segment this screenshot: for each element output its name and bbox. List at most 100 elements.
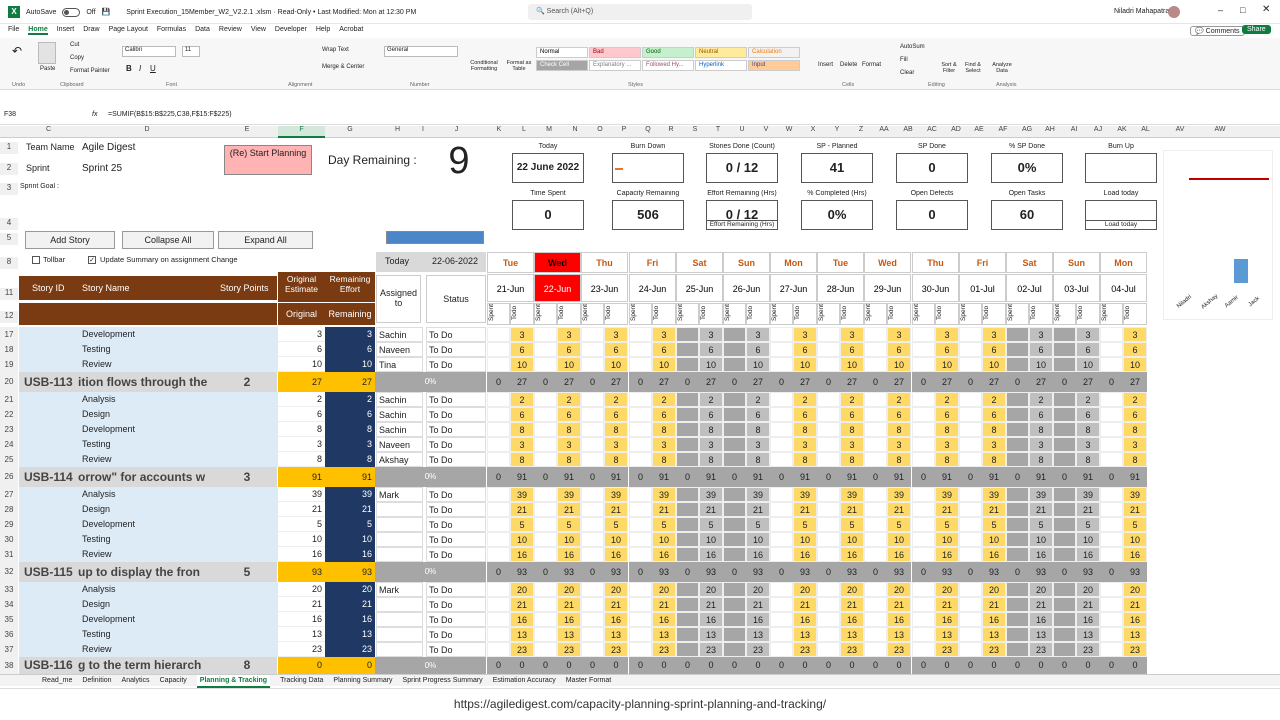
row-header-22[interactable]: 22	[0, 407, 18, 422]
status-30[interactable]: To Do	[426, 532, 486, 547]
delete-cells-button[interactable]: Delete	[840, 62, 857, 68]
status-21[interactable]: To Do	[426, 392, 486, 407]
row-header-38[interactable]: 38	[0, 657, 18, 674]
number-format-select[interactable]: General	[384, 46, 458, 57]
row-header-24[interactable]: 24	[0, 437, 18, 452]
column-header-u[interactable]: U	[730, 126, 754, 138]
assigned-23[interactable]: Sachin	[376, 422, 423, 437]
column-header-d[interactable]: D	[78, 126, 216, 138]
merge-center-button[interactable]: Merge & Center	[322, 64, 364, 70]
row-header-35[interactable]: 35	[0, 612, 18, 627]
style-input[interactable]: Input	[748, 60, 800, 71]
column-header-x[interactable]: X	[801, 126, 825, 138]
status-37[interactable]: To Do	[426, 642, 486, 657]
font-select[interactable]: Calibri	[122, 46, 176, 57]
assigned-22[interactable]: Sachin	[376, 407, 423, 422]
column-header-r[interactable]: R	[659, 126, 683, 138]
menu-page-layout[interactable]: Page Layout	[109, 26, 148, 35]
assigned-19[interactable]: Tina	[376, 357, 423, 372]
column-header-o[interactable]: O	[588, 126, 612, 138]
sheet-tab-read-me[interactable]: Read_me	[42, 675, 72, 688]
column-header-ah[interactable]: AH	[1038, 126, 1062, 138]
style-followedhy[interactable]: Followed Hy...	[642, 60, 694, 71]
formula-input[interactable]: =SUMIF(B$15:B$225,C38,F$15:F$225)	[108, 111, 232, 118]
sheet-tab-planning-tracking[interactable]: Planning & Tracking	[196, 675, 271, 688]
format-cells-button[interactable]: Format	[862, 62, 881, 68]
status-29[interactable]: To Do	[426, 517, 486, 532]
font-size-select[interactable]: 11	[182, 46, 200, 57]
assigned-30[interactable]	[376, 532, 423, 547]
column-header-af[interactable]: AF	[991, 126, 1015, 138]
assigned-18[interactable]: Naveen	[376, 342, 423, 357]
column-header-z[interactable]: Z	[849, 126, 873, 138]
find-select-button[interactable]: Find & Select	[962, 62, 984, 74]
column-header-ai[interactable]: AI	[1062, 126, 1086, 138]
style-good[interactable]: Good	[642, 47, 694, 58]
name-box[interactable]: F38	[4, 111, 64, 118]
row-header-27[interactable]: 27	[0, 487, 18, 502]
menu-developer[interactable]: Developer	[275, 26, 307, 35]
style-explanatory[interactable]: Explanatory ...	[589, 60, 641, 71]
column-header-y[interactable]: Y	[825, 126, 849, 138]
assigned-21[interactable]: Sachin	[376, 392, 423, 407]
column-header-s[interactable]: S	[683, 126, 707, 138]
column-header-ag[interactable]: AG	[1015, 126, 1039, 138]
row-header-12[interactable]: 12	[0, 311, 18, 323]
restart-planning-button[interactable]: (Re) Start Planning	[224, 145, 312, 175]
column-header-t[interactable]: T	[706, 126, 730, 138]
sheet-tab-planning-summary[interactable]: Planning Summary	[333, 675, 392, 688]
status-17[interactable]: To Do	[426, 327, 486, 342]
menu-formulas[interactable]: Formulas	[157, 26, 186, 35]
avatar[interactable]	[1168, 6, 1180, 18]
style-hyperlink[interactable]: Hyperlink	[695, 60, 747, 71]
column-header-k[interactable]: K	[487, 126, 511, 138]
autosum-button[interactable]: AutoSum	[900, 44, 925, 50]
row-header-30[interactable]: 30	[0, 532, 18, 547]
column-header-ak[interactable]: AK	[1110, 126, 1134, 138]
assigned-33[interactable]: Mark	[376, 582, 423, 597]
menu-review[interactable]: Review	[219, 26, 242, 35]
row-header-31[interactable]: 31	[0, 547, 18, 562]
paste-button[interactable]	[38, 42, 56, 64]
assigned-24[interactable]: Naveen	[376, 437, 423, 452]
column-header-l[interactable]: L	[512, 126, 536, 138]
column-header-aa[interactable]: AA	[872, 126, 896, 138]
url-text[interactable]: https://agiledigest.com/capacity-plannin…	[0, 697, 1280, 711]
update-summary-checkbox[interactable]: ✓	[88, 256, 96, 264]
status-18[interactable]: To Do	[426, 342, 486, 357]
column-header-c[interactable]: C	[19, 126, 78, 138]
status-27[interactable]: To Do	[426, 487, 486, 502]
menu-insert[interactable]: Insert	[57, 26, 75, 35]
style-calculation[interactable]: Calculation	[748, 47, 800, 58]
sheet-tab-tracking-data[interactable]: Tracking Data	[280, 675, 323, 688]
italic-button[interactable]: I	[139, 64, 141, 73]
cut-button[interactable]: Cut	[70, 42, 79, 48]
column-header-ab[interactable]: AB	[896, 126, 920, 138]
status-34[interactable]: To Do	[426, 597, 486, 612]
row-header-29[interactable]: 29	[0, 517, 18, 532]
column-header-p[interactable]: P	[612, 126, 636, 138]
insert-cells-button[interactable]: Insert	[818, 62, 833, 68]
row-header-25[interactable]: 25	[0, 452, 18, 467]
format-painter-button[interactable]: Format Painter	[70, 68, 110, 74]
column-header-ad[interactable]: AD	[944, 126, 968, 138]
minimize-icon[interactable]: –	[1218, 5, 1223, 15]
column-header-aj[interactable]: AJ	[1086, 126, 1110, 138]
status-25[interactable]: To Do	[426, 452, 486, 467]
underline-button[interactable]: U	[150, 64, 156, 73]
assigned-29[interactable]	[376, 517, 423, 532]
style-normal[interactable]: Normal	[536, 47, 588, 58]
share-button[interactable]: Share	[1242, 25, 1271, 34]
assigned-37[interactable]	[376, 642, 423, 657]
assigned-31[interactable]	[376, 547, 423, 562]
assigned-35[interactable]	[376, 612, 423, 627]
row-header-36[interactable]: 36	[0, 627, 18, 642]
analyze-data-button[interactable]: Analyze Data	[990, 62, 1014, 74]
comments-button[interactable]: 💬 Comments	[1190, 26, 1245, 36]
row-header-21[interactable]: 21	[0, 392, 18, 407]
assigned-34[interactable]	[376, 597, 423, 612]
style-neutral[interactable]: Neutral	[695, 47, 747, 58]
column-header-q[interactable]: Q	[636, 126, 660, 138]
assigned-36[interactable]	[376, 627, 423, 642]
status-33[interactable]: To Do	[426, 582, 486, 597]
